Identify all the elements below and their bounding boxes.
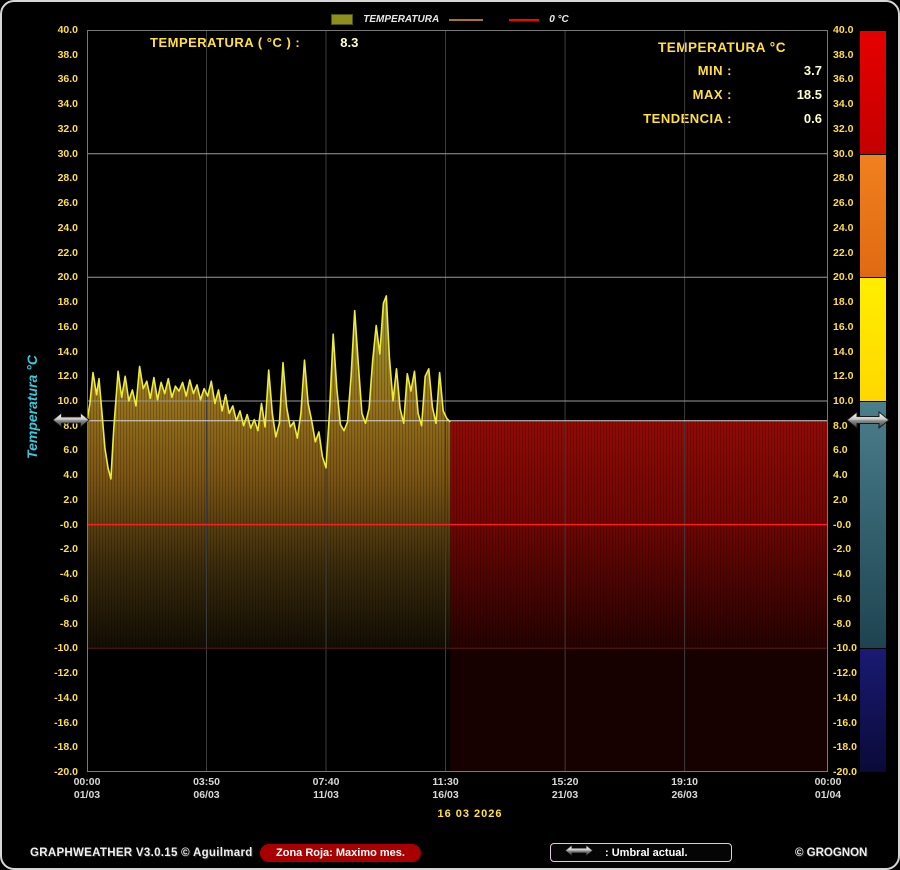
colorbar-segment (860, 401, 886, 648)
x-axis-time-label: 19:10 (671, 776, 698, 788)
x-axis-date-label: 06/03 (193, 789, 219, 801)
y-axis-tick-label: -16.0 (32, 717, 78, 729)
umbral-legend-label: : Umbral actual. (605, 847, 688, 859)
x-axis-time-label: 15:20 (552, 776, 579, 788)
y-axis-tick-label: -8.0 (32, 618, 78, 630)
y-axis-tick-label: -4.0 (32, 568, 78, 580)
zero-line-sample (509, 19, 539, 21)
colorbar-segment (860, 154, 886, 278)
y-axis-tick-label: 36.0 (32, 73, 78, 85)
colorbar-segment (860, 30, 886, 154)
x-axis-time-label: 00:00 (815, 776, 842, 788)
y-axis-tick-label: -14.0 (32, 692, 78, 704)
y-axis-tick-label: 16.0 (32, 321, 78, 333)
x-axis-date-label: 11/03 (313, 789, 339, 801)
umbral-threshold-arrow-right[interactable] (846, 410, 890, 435)
y-axis-tick-label: 40.0 (32, 24, 78, 36)
app-version-text: GRAPHWEATHER V3.0.15 © Aguilmard (30, 847, 253, 859)
y-axis-tick-label: 6.0 (32, 444, 78, 456)
colorbar-segment (860, 648, 886, 772)
red-zone-badge: Zona Roja: Maximo mes. (260, 844, 421, 862)
legend: TEMPERATURA 0 °C (2, 14, 898, 25)
current-date-label: 16 03 2026 (437, 808, 502, 820)
y-axis-tick-label: 18.0 (32, 296, 78, 308)
temperature-chart-svg (87, 30, 828, 772)
y-axis-tick-label: -20.0 (32, 766, 78, 778)
y-axis-tick-label: 2.0 (32, 494, 78, 506)
double-arrow-icon (52, 410, 90, 430)
double-arrow-icon (846, 410, 890, 430)
x-axis-time-label: 00:00 (74, 776, 101, 788)
y-axis-tick-label: 26.0 (32, 197, 78, 209)
umbral-arrow-icon (559, 844, 599, 862)
y-axis-tick-label: 38.0 (32, 49, 78, 61)
y-axis-tick-label: -0.0 (32, 519, 78, 531)
y-axis-tick-label: 32.0 (32, 123, 78, 135)
temperatura-line-sample (449, 19, 483, 21)
colorbar-segment (860, 277, 886, 401)
x-axis-date-label: 01/04 (815, 789, 841, 801)
legend-zero-label: 0 °C (549, 14, 569, 25)
y-axis-tick-label: -2.0 (32, 543, 78, 555)
y-axis-tick-label: 20.0 (32, 271, 78, 283)
y-axis-tick-label: 4.0 (32, 469, 78, 481)
y-axis-tick-label: 34.0 (32, 98, 78, 110)
y-axis-tick-label: 22.0 (32, 247, 78, 259)
y-axis-tick-label: -18.0 (32, 741, 78, 753)
y-axis-tick-label: 12.0 (32, 370, 78, 382)
y-axis-tick-label: -10.0 (32, 642, 78, 654)
y-axis-tick-label: -12.0 (32, 667, 78, 679)
temperature-plot-area (87, 30, 828, 772)
graphweather-window: TEMPERATURA 0 °C TEMPERATURA ( °C ) :8.3… (0, 0, 900, 870)
x-axis-time-label: 03:50 (193, 776, 220, 788)
legend-temperatura-label: TEMPERATURA (363, 14, 439, 25)
x-axis-time-label: 07:40 (313, 776, 340, 788)
x-axis-date-label: 21/03 (552, 789, 578, 801)
double-arrow-icon (559, 844, 599, 857)
y-axis-tick-label: 24.0 (32, 222, 78, 234)
x-axis-date-label: 16/03 (432, 789, 458, 801)
y-axis-tick-label: 14.0 (32, 346, 78, 358)
x-axis-time-label: 11:30 (432, 776, 458, 788)
temperatura-series-swatch (331, 14, 353, 25)
credit-text: © GROGNON (795, 847, 867, 859)
x-axis-date-label: 26/03 (671, 789, 697, 801)
umbral-threshold-arrow-left[interactable] (52, 410, 90, 435)
umbral-legend-box: : Umbral actual. (550, 843, 732, 862)
y-axis-tick-label: 28.0 (32, 172, 78, 184)
y-axis-tick-label: 10.0 (32, 395, 78, 407)
x-axis-date-label: 01/03 (74, 789, 100, 801)
y-axis-tick-label: -6.0 (32, 593, 78, 605)
y-axis-tick-label: 30.0 (32, 148, 78, 160)
